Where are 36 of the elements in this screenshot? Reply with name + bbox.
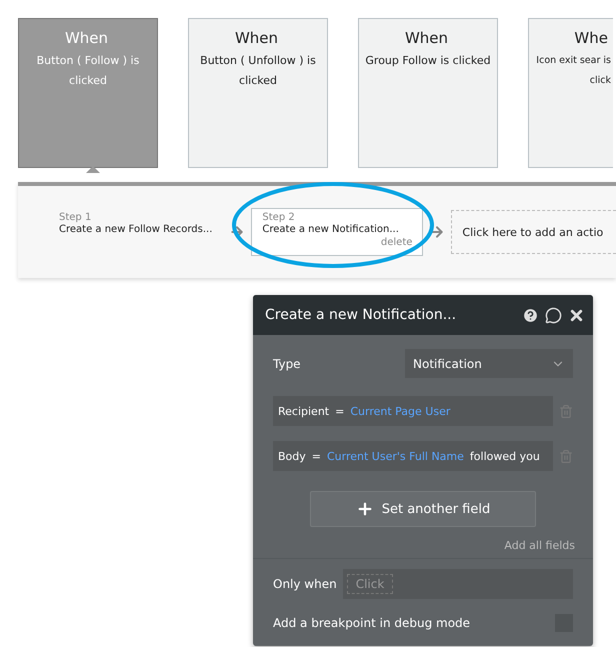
pointer-triangle	[86, 166, 100, 173]
event-description: Button ( Follow ) is clicked	[36, 53, 140, 89]
step-title: Create a new Notification...	[262, 223, 400, 237]
field-name: Body	[278, 450, 306, 462]
panel-title: Create a new Notification...	[265, 307, 458, 323]
set-another-field-button[interactable]: Set another field	[310, 491, 536, 527]
event-title: When	[234, 29, 280, 47]
event-description: Icon exit sear is click	[535, 54, 611, 88]
type-dropdown[interactable]: Notification	[405, 349, 573, 378]
field-expression[interactable]: Body = Current User's Full Name followed you	[273, 441, 553, 471]
delete-link[interactable]: delete	[380, 237, 412, 248]
event-card[interactable]: When Button ( Unfollow ) is clicked	[188, 18, 328, 168]
field-name: Recipient	[278, 404, 330, 418]
event-card[interactable]: Whe Icon exit sear is click	[528, 18, 613, 168]
event-description: Button ( Unfollow ) is clicked	[199, 53, 317, 89]
only-when-label: Only when	[273, 577, 337, 591]
field-expression[interactable]: Recipient = Current Page User	[273, 396, 553, 426]
help-icon[interactable]	[522, 306, 539, 324]
comment-icon[interactable]	[545, 306, 562, 324]
close-icon[interactable]	[568, 306, 585, 324]
operator: =	[335, 404, 344, 418]
operator: =	[312, 450, 321, 462]
step-title: Create a new Follow Records...	[59, 223, 212, 237]
event-description: Group Follow is clicked	[365, 53, 491, 69]
type-label: Type	[273, 356, 301, 370]
event-card[interactable]: When Group Follow is clicked	[358, 18, 498, 168]
breakpoint-label: Add a breakpoint in debug mode	[273, 616, 470, 630]
event-title: When	[404, 29, 450, 47]
workflow-step[interactable]: Step 2 Create a new Notification... delete	[251, 208, 424, 256]
step-label: Step 1	[59, 212, 92, 223]
workflow-step[interactable]: Step 1 Create a new Follow Records...	[48, 208, 224, 256]
step-label: Step 2	[262, 212, 296, 223]
plus-icon	[356, 500, 374, 518]
event-title: Whe	[574, 29, 609, 47]
add-action-slot[interactable]: Click here to add an actio	[451, 210, 616, 254]
event-title: When	[64, 29, 110, 47]
